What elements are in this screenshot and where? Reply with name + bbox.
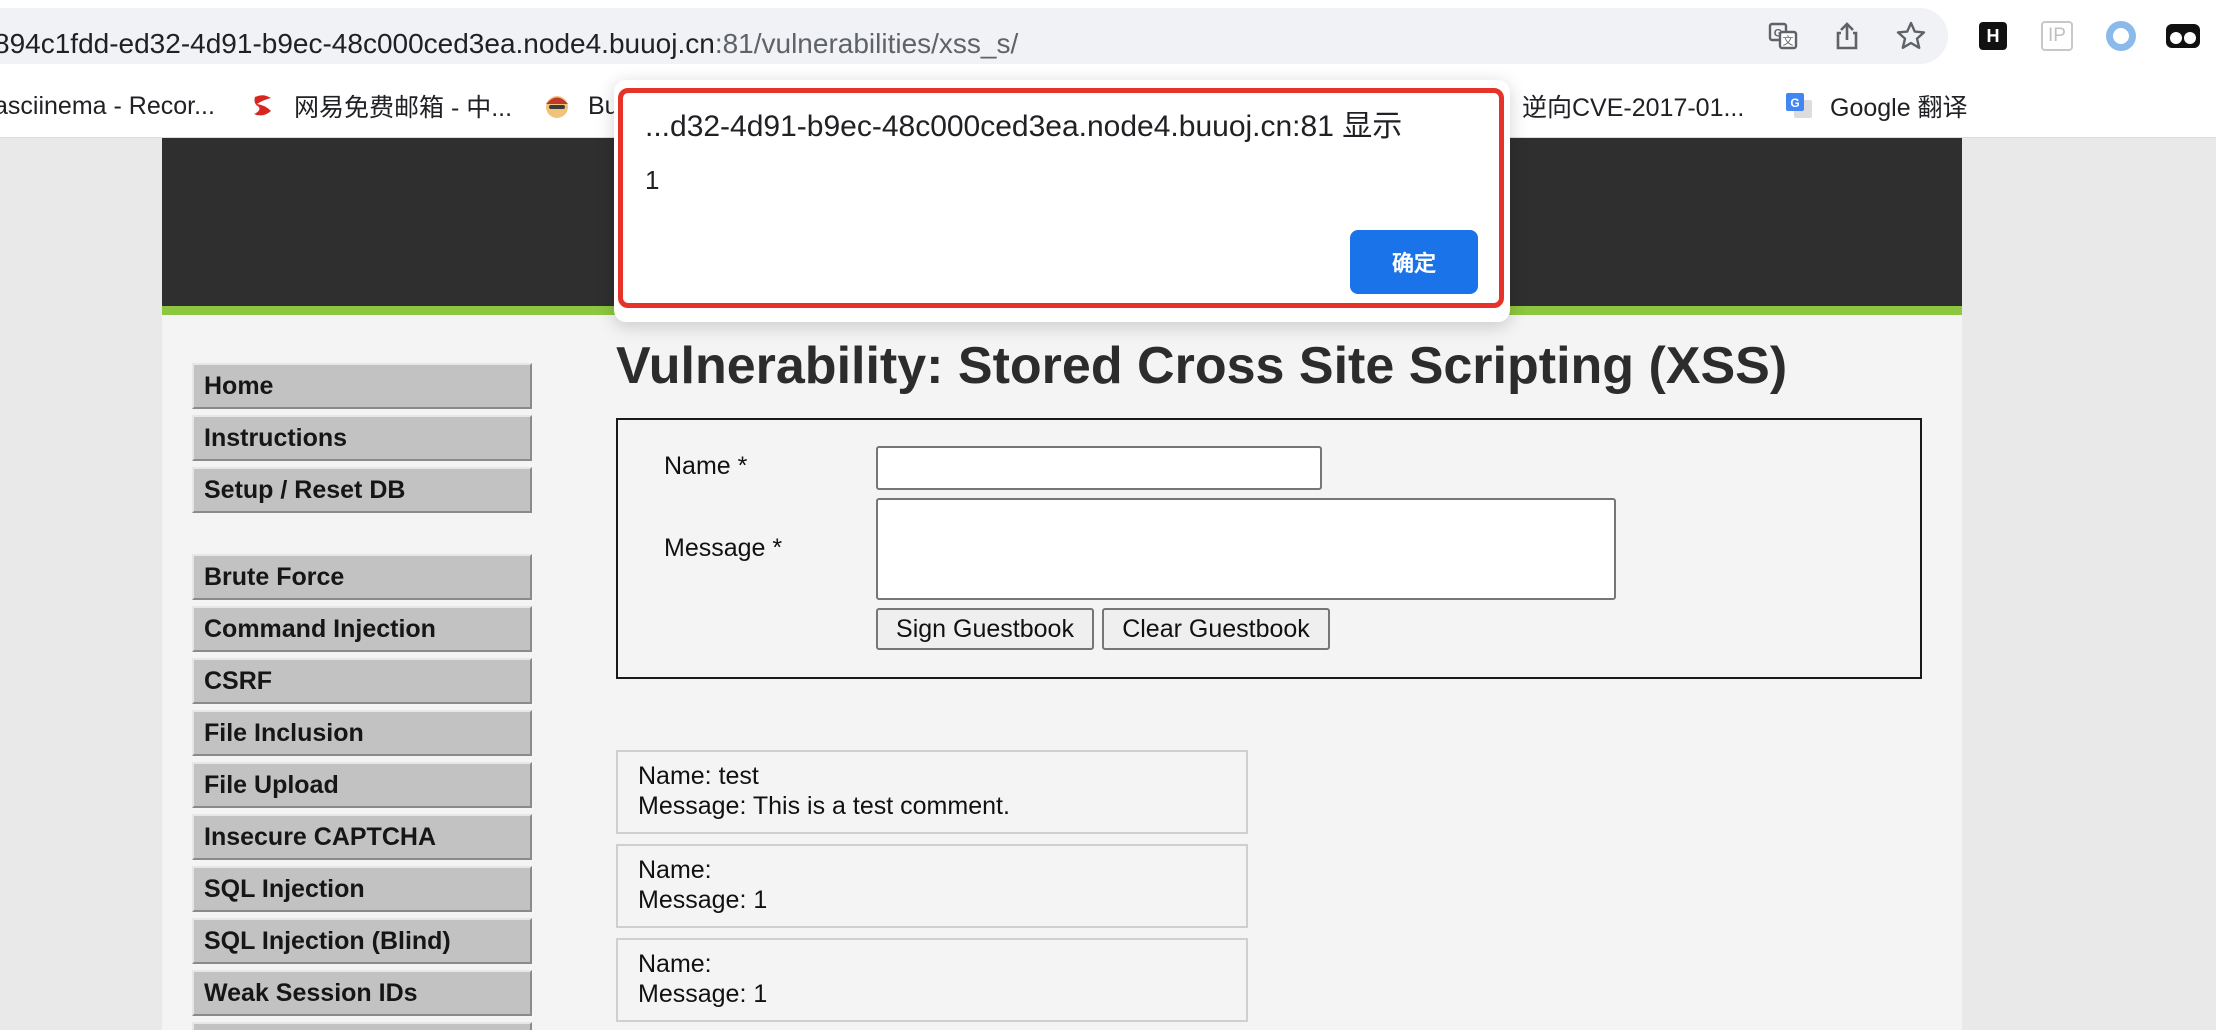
- browser-address-bar: 894c1fdd-ed32-4d91-b9ec-48c000ced3ea.nod…: [0, 0, 2216, 74]
- menu-weak-session-ids[interactable]: Weak Session IDs: [192, 970, 532, 1016]
- extension-h-icon[interactable]: H: [1974, 17, 2012, 55]
- name-input[interactable]: [876, 446, 1322, 490]
- bookmark-cve[interactable]: 逆向CVE-2017-01...: [1494, 84, 1744, 128]
- menu-sql-injection[interactable]: SQL Injection: [192, 866, 532, 912]
- svg-text:G: G: [1790, 96, 1799, 110]
- bookmark-label: asciinema - Recor...: [0, 91, 215, 120]
- entry-name: Name:: [638, 856, 712, 884]
- message-textarea[interactable]: [876, 498, 1616, 600]
- extension-circle-icon[interactable]: [2102, 17, 2140, 55]
- bookmark-netease-mail[interactable]: 网易免费邮箱 - 中...: [248, 84, 512, 128]
- guestbook-entry: Name: test Message: This is a test comme…: [616, 750, 1248, 834]
- bookmark-label: 逆向CVE-2017-01...: [1522, 94, 1745, 122]
- page-title: Vulnerability: Stored Cross Site Scripti…: [616, 337, 1788, 395]
- entry-message: Message: 1: [638, 980, 768, 1008]
- alert-message: 1: [645, 165, 660, 195]
- menu-home[interactable]: Home: [192, 363, 532, 409]
- url-path: :81/vulnerabilities/xss_s/: [714, 28, 1019, 59]
- alert-dialog: ...d32-4d91-b9ec-48c000ced3ea.node4.buuo…: [618, 88, 1504, 308]
- vulnerability-menu: Brute Force Command Injection CSRF File …: [192, 554, 532, 1030]
- menu-brute-force[interactable]: Brute Force: [192, 554, 532, 600]
- extension-ip-label: IP: [2041, 21, 2073, 51]
- url-text[interactable]: 894c1fdd-ed32-4d91-b9ec-48c000ced3ea.nod…: [0, 22, 1018, 66]
- omnibox[interactable]: 894c1fdd-ed32-4d91-b9ec-48c000ced3ea.nod…: [0, 8, 1948, 64]
- alert-ok-button[interactable]: 确定: [1350, 230, 1478, 294]
- name-label: Name *: [664, 452, 748, 480]
- extension-h-label: H: [1979, 22, 2007, 50]
- bookmark-label: 网易免费邮箱 - 中...: [294, 94, 513, 122]
- menu-instructions[interactable]: Instructions: [192, 415, 532, 461]
- main-menu: Home Instructions Setup / Reset DB: [192, 363, 532, 519]
- extension-ip-icon[interactable]: IP: [2038, 17, 2076, 55]
- netease-mail-icon: [248, 91, 278, 121]
- url-host: 894c1fdd-ed32-4d91-b9ec-48c000ced3ea.nod…: [0, 28, 715, 59]
- menu-file-inclusion[interactable]: File Inclusion: [192, 710, 532, 756]
- bookmark-google-translate[interactable]: G Google 翻译: [1784, 84, 1968, 128]
- entry-message: Message: 1: [638, 886, 768, 914]
- message-label: Message *: [664, 534, 783, 562]
- google-translate-icon: G: [1784, 91, 1814, 121]
- svg-text:文: 文: [1783, 34, 1794, 48]
- bookmark-asciinema[interactable]: asciinema - Recor...: [0, 84, 215, 128]
- sign-guestbook-button[interactable]: Sign Guestbook: [876, 608, 1094, 650]
- menu-insecure-captcha[interactable]: Insecure CAPTCHA: [192, 814, 532, 860]
- clear-guestbook-button[interactable]: Clear Guestbook: [1102, 608, 1330, 650]
- menu-next-item[interactable]: [192, 1022, 532, 1030]
- entry-name: Name: test: [638, 762, 759, 790]
- extension-glasses-icon[interactable]: [2164, 17, 2202, 55]
- menu-setup-reset-db[interactable]: Setup / Reset DB: [192, 467, 532, 513]
- alert-title: ...d32-4d91-b9ec-48c000ced3ea.node4.buuo…: [645, 110, 1403, 143]
- bookmark-star-icon[interactable]: [1892, 17, 1930, 55]
- entry-name: Name:: [638, 950, 712, 978]
- menu-file-upload[interactable]: File Upload: [192, 762, 532, 808]
- menu-command-injection[interactable]: Command Injection: [192, 606, 532, 652]
- bookmark-label: Google 翻译: [1830, 94, 1968, 122]
- bookmark-bu[interactable]: Bu: [542, 84, 619, 128]
- entry-message: Message: This is a test comment.: [638, 792, 1010, 820]
- guestbook-entry: Name: Message: 1: [616, 938, 1248, 1022]
- guestbook-form: Name * Message * Sign Guestbook Clear Gu…: [616, 418, 1922, 679]
- translate-icon[interactable]: G 文: [1764, 17, 1802, 55]
- avatar-icon: [542, 91, 572, 121]
- menu-csrf[interactable]: CSRF: [192, 658, 532, 704]
- menu-sql-injection-blind[interactable]: SQL Injection (Blind): [192, 918, 532, 964]
- guestbook-entry: Name: Message: 1: [616, 844, 1248, 928]
- share-icon[interactable]: [1828, 17, 1866, 55]
